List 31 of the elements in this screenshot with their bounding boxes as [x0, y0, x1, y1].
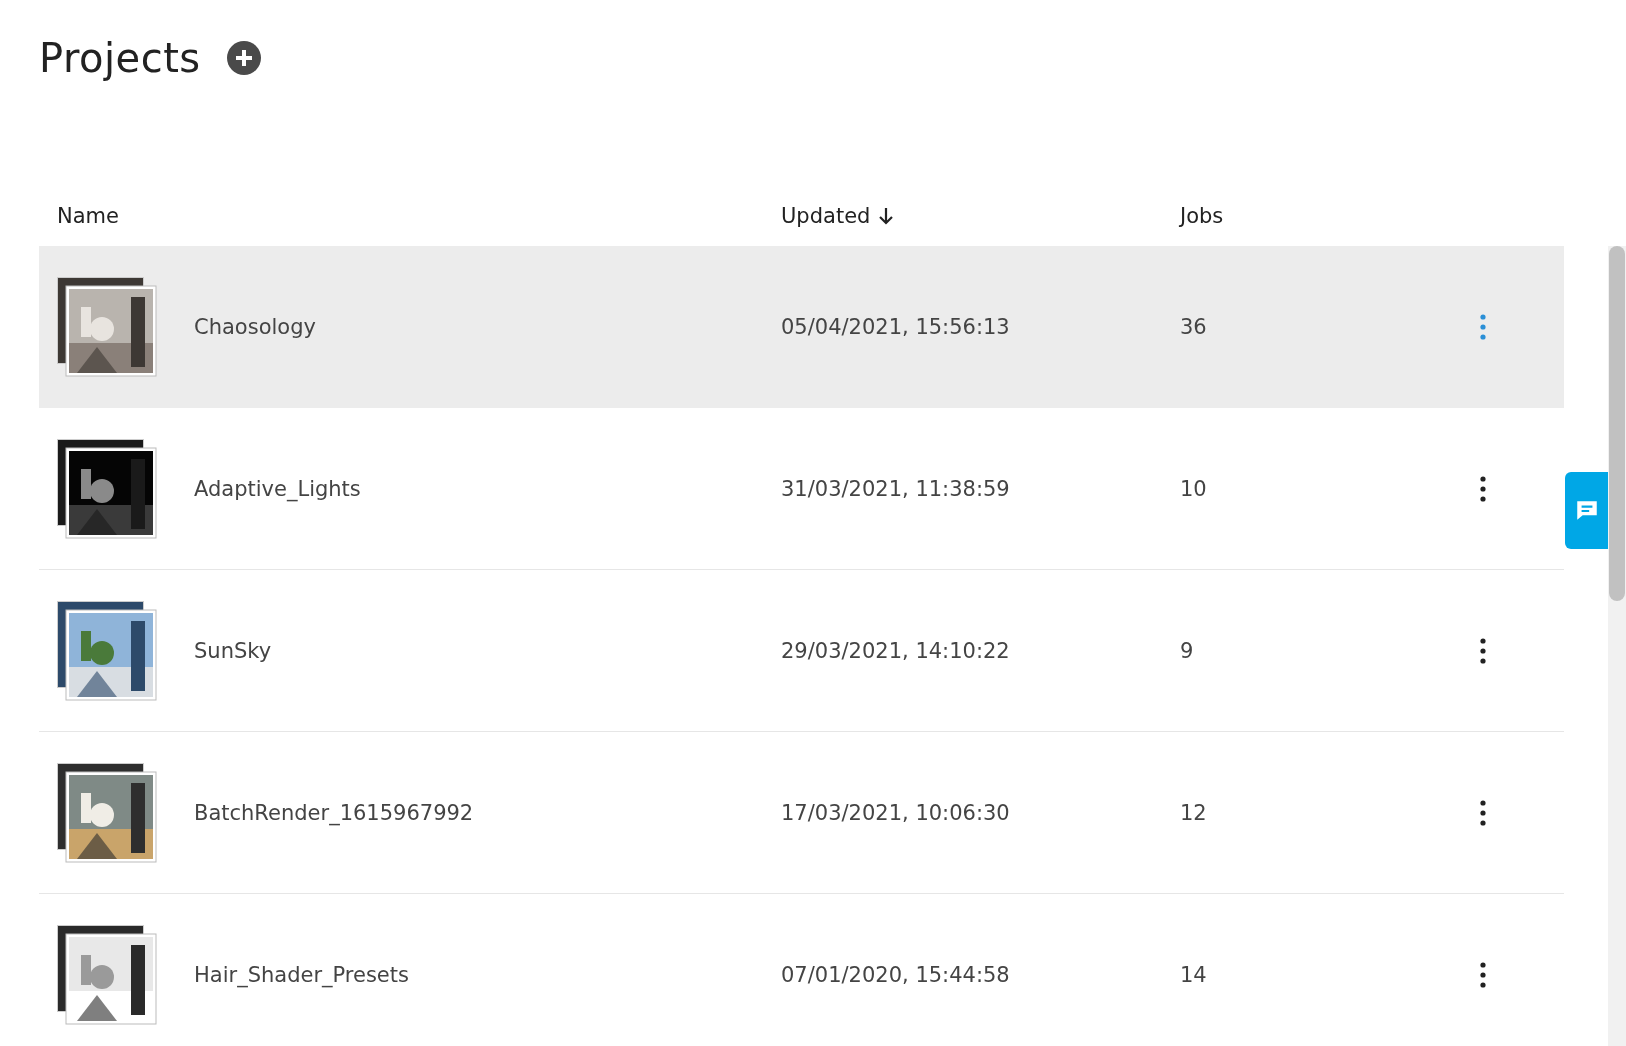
updated-date: 07/01/2020, 15:44:58: [781, 962, 1010, 987]
scrollbar[interactable]: [1608, 246, 1626, 1046]
project-name: Hair_Shader_Presets: [194, 962, 409, 987]
project-name: BatchRender_1615967992: [194, 800, 474, 825]
table-row[interactable]: Adaptive_Lights 31/03/2021, 11:38:59 10: [39, 408, 1564, 570]
project-name: Adaptive_Lights: [194, 476, 361, 501]
jobs-count: 9: [1180, 638, 1194, 663]
page-title: Projects: [39, 35, 201, 81]
feedback-button[interactable]: [1565, 472, 1608, 549]
jobs-count: 10: [1180, 476, 1207, 501]
updated-date: 29/03/2021, 14:10:22: [781, 638, 1010, 663]
table-row[interactable]: SunSky 29/03/2021, 14:10:22 9: [39, 570, 1564, 732]
table-row[interactable]: Hair_Shader_Presets 07/01/2020, 15:44:58 14: [39, 894, 1564, 1046]
column-header[interactable]: Jobs: [1180, 204, 1460, 228]
updated-date: 31/03/2021, 11:38:59: [781, 476, 1010, 501]
updated-date: 05/04/2021, 15:56:13: [781, 314, 1010, 339]
jobs-count: 12: [1180, 800, 1207, 825]
jobs-count: 36: [1180, 314, 1207, 339]
more-options-icon[interactable]: [1480, 799, 1486, 826]
project-name: Chaosology: [194, 314, 316, 339]
column-header[interactable]: Name: [39, 204, 781, 228]
jobs-count: 14: [1180, 962, 1207, 987]
add-icon[interactable]: [226, 41, 261, 75]
column-header[interactable]: Updated: [781, 204, 1180, 228]
updated-date: 17/03/2021, 10:06:30: [781, 800, 1010, 825]
more-options-icon[interactable]: [1480, 475, 1486, 502]
table-row[interactable]: Chaosology 05/04/2021, 15:56:13 36: [39, 246, 1564, 408]
project-name: SunSky: [194, 638, 272, 663]
more-options-icon[interactable]: [1480, 961, 1486, 988]
more-options-icon[interactable]: [1480, 637, 1486, 664]
table-row[interactable]: BatchRender_1615967992 17/03/2021, 10:06:30 12: [39, 732, 1564, 894]
